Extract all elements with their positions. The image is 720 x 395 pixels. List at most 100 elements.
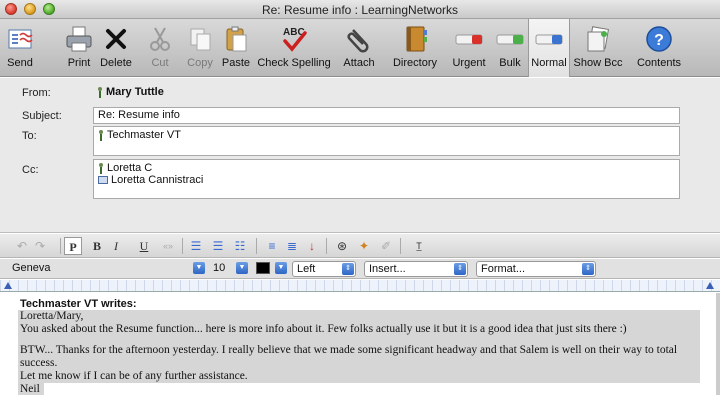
cc-value-2: Loretta Cannistraci [111,174,204,186]
scissors-icon [150,27,170,51]
bulk-flag-icon [496,34,524,45]
paperclip-icon [347,29,369,53]
from-sender[interactable]: Mary Tuttle [97,86,164,98]
attach-button[interactable]: Attach [340,19,378,77]
italic-button[interactable]: I [108,237,124,255]
mailing-list-icon [98,176,108,184]
to-label: To: [22,130,37,142]
toolbar: Send Print Delete Cut Copy Paste ABC Che… [0,19,720,77]
text-color-select[interactable]: ▼ [254,261,288,277]
bold-button[interactable]: B [89,237,105,255]
copy-button[interactable]: Copy [183,19,217,77]
text-color-icon[interactable]: T̲ [408,237,430,255]
decrease-indent-icon[interactable]: ↓ [304,237,320,255]
left-margin-marker[interactable] [4,282,12,289]
send-icon [8,29,33,49]
right-margin-marker[interactable] [706,282,714,289]
urgent-flag-icon [455,34,483,45]
quoted-blank-line [18,336,700,344]
show-bcc-label: Show Bcc [573,57,623,69]
alignment-select[interactable]: Left ⇕ [292,261,356,277]
svg-text:?: ? [654,32,664,49]
subject-field[interactable]: Re: Resume info [93,107,680,124]
font-size-value: 10 [213,262,226,274]
to-value: Techmaster VT [107,129,181,141]
cc-field[interactable]: Loretta C Loretta Cannistraci [93,159,680,199]
show-bcc-icon [587,26,610,52]
cc-recipient[interactable]: Loretta Cannistraci [98,174,203,186]
to-field[interactable]: Techmaster VT [93,126,680,156]
print-button[interactable]: Print [60,19,98,77]
redo-icon[interactable]: ↷ [32,237,48,255]
indent-icon[interactable]: ≣ [284,237,300,255]
title-bar: Re: Resume info : LearningNetworks [0,0,720,19]
cc-value-1: Loretta C [107,162,153,174]
person-icon [98,129,104,141]
font-size-select[interactable]: 10 ▼ [209,261,249,277]
ruler[interactable] [0,280,720,292]
printer-icon [66,26,92,52]
bulk-priority-button[interactable]: Bulk [492,19,528,77]
check-spelling-label: Check Spelling [257,57,331,69]
check-spelling-button[interactable]: ABC Check Spelling [256,19,332,77]
signature-icon[interactable]: ⊛ [334,237,350,255]
insert-image-icon[interactable]: ✦ [356,237,372,255]
scrollbar[interactable] [716,293,720,395]
format-menu[interactable]: Format... ⇕ [476,261,596,277]
normal-priority-button[interactable]: Normal [528,19,570,77]
address-book-icon [406,26,427,52]
font-toolbar: Geneva ▼ 10 ▼ ▼ Left ⇕ Insert... ⇕ Forma… [0,259,720,279]
urgent-label: Urgent [452,57,486,69]
chevron-down-icon: ▼ [275,262,287,274]
formatting-toolbar: ↶ ↷ P B I U «» ☰ ☰ ☷ ≡ ≣ ↓ ⊛ ✦ ✐ T̲ [0,234,720,258]
updown-arrows-icon: ⇕ [454,263,466,275]
directory-label: Directory [392,57,437,69]
quoted-line: BTW... Thanks for the afternoon yesterda… [18,344,700,370]
font-select[interactable]: Geneva ▼ [8,261,206,277]
send-button[interactable]: Send [2,19,38,77]
insert-value: Insert... [369,263,406,275]
message-body[interactable]: Techmaster VT writes: Loretta/Mary, You … [0,293,720,395]
quote-attribution: Techmaster VT writes: [20,298,137,310]
from-label: From: [22,87,51,99]
copy-label: Copy [187,57,213,69]
contents-label: Contents [636,57,682,69]
urgent-priority-button[interactable]: Urgent [448,19,490,77]
updown-arrows-icon: ⇕ [342,263,354,275]
format-value: Format... [481,263,526,275]
font-value: Geneva [12,262,51,274]
outdent-icon[interactable]: ≡ [264,237,280,255]
show-bcc-button[interactable]: Show Bcc [572,19,624,77]
contents-button[interactable]: ? Contents [634,19,684,77]
cut-button[interactable]: Cut [145,19,175,77]
print-label: Print [67,57,91,69]
subject-value: Re: Resume info [98,109,180,121]
quoted-line: Neil [18,383,44,395]
underline-button[interactable]: U [136,237,152,255]
person-icon [97,86,103,98]
delete-button[interactable]: Delete [96,19,136,77]
spellcheck-icon: ABC [283,27,307,52]
clipboard-icon [226,26,247,52]
delete-x-icon [106,29,126,49]
quoted-line: Let me know if I can be of any further a… [18,370,700,383]
paste-label: Paste [221,57,251,69]
plain-text-button[interactable]: P [64,237,82,255]
undo-icon[interactable]: ↶ [14,237,30,255]
bulk-label: Bulk [499,57,521,69]
align-left-icon[interactable]: ☰ [188,237,204,255]
directory-button[interactable]: Directory [388,19,442,77]
cc-recipient[interactable]: Loretta C [98,162,152,174]
window-title: Re: Resume info : LearningNetworks [261,3,459,17]
paste-button[interactable]: Paste [220,19,252,77]
insert-menu[interactable]: Insert... ⇕ [364,261,468,277]
copy-icon [190,28,211,51]
link-icon[interactable]: ✐ [378,237,394,255]
list-icon[interactable]: ☷ [232,237,248,255]
normal-flag-icon [535,34,563,45]
quote-icon[interactable]: «» [158,237,178,255]
chevron-down-icon: ▼ [193,262,205,274]
chevron-down-icon: ▼ [236,262,248,274]
to-recipient[interactable]: Techmaster VT [98,129,181,141]
align-center-icon[interactable]: ☰ [210,237,226,255]
